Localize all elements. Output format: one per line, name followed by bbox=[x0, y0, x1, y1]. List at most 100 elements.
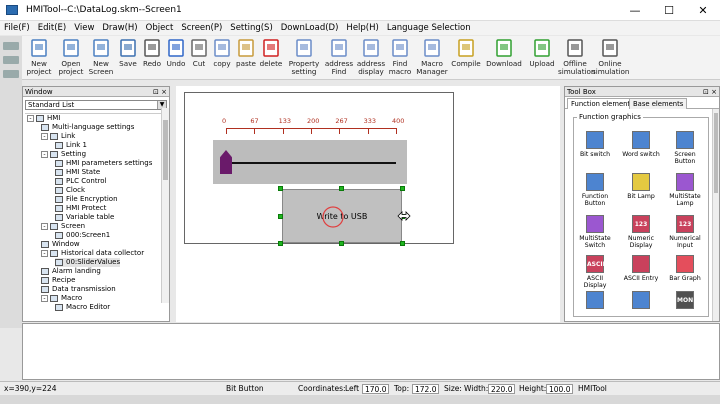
tool-item-13[interactable] bbox=[621, 291, 661, 311]
toolbar-button-15[interactable]: Compile bbox=[450, 38, 482, 80]
tool-item-14[interactable]: MON bbox=[665, 291, 705, 311]
toolbar-button-4[interactable]: Redo bbox=[140, 38, 164, 80]
toolbar-button-6[interactable]: Cut bbox=[188, 38, 210, 80]
tree-item[interactable]: PLC Control bbox=[55, 177, 107, 186]
tree-item[interactable]: Link 1 bbox=[55, 141, 87, 150]
tree-item[interactable]: - Link bbox=[41, 132, 75, 141]
tool-item-11[interactable]: Bar Graph bbox=[665, 255, 705, 282]
tree-item[interactable]: - Setting bbox=[41, 150, 86, 159]
toolbox-buttons[interactable]: ⊡ × bbox=[703, 87, 717, 97]
tree-item[interactable]: HMI State bbox=[55, 168, 100, 177]
tab-function-elements[interactable]: Function elements bbox=[567, 98, 638, 109]
resize-handle-se[interactable] bbox=[400, 241, 405, 246]
toolbar-button-3[interactable]: Save bbox=[116, 38, 140, 80]
tree-item[interactable]: - Historical data collector bbox=[41, 249, 144, 258]
tool-item-6[interactable]: MultiState Switch bbox=[575, 215, 615, 249]
toolbar-button-9[interactable]: delete bbox=[258, 38, 284, 80]
minimize-button[interactable]: — bbox=[618, 0, 652, 21]
tool-item-4[interactable]: Bit Lamp bbox=[621, 173, 661, 200]
menu-item-4[interactable]: Object bbox=[142, 21, 178, 35]
tool-item-5[interactable]: MultiState Lamp bbox=[665, 173, 705, 207]
toolbar-label-12: address display bbox=[356, 59, 386, 76]
toolbar-button-7[interactable]: copy bbox=[210, 38, 234, 80]
resize-handle-ne[interactable] bbox=[400, 186, 405, 191]
resize-handle-w[interactable] bbox=[278, 214, 283, 219]
tree-item[interactable]: Recipe bbox=[41, 276, 75, 285]
tree-item[interactable]: Window bbox=[41, 240, 80, 249]
tool-item-0[interactable]: Bit switch bbox=[575, 131, 615, 158]
resize-handle-n[interactable] bbox=[339, 186, 344, 191]
tree-item[interactable]: - Macro bbox=[41, 294, 82, 303]
menu-item-6[interactable]: Setting(S) bbox=[226, 21, 276, 35]
tool-item-2[interactable]: Screen Button bbox=[665, 131, 705, 165]
toolbar-button-16[interactable]: Download bbox=[484, 38, 524, 80]
toolbar-button-1[interactable]: Open project bbox=[56, 38, 86, 80]
toolbar-button-18[interactable]: Offline simulation bbox=[558, 38, 595, 80]
tool-item-9[interactable]: ASCII ASCII Display bbox=[575, 255, 615, 289]
menu-item-5[interactable]: Screen(P) bbox=[177, 21, 226, 35]
tool-item-10[interactable]: ASCII Entry bbox=[621, 255, 661, 282]
toolbar-button-14[interactable]: Macro Manager bbox=[416, 38, 448, 80]
tree-item[interactable]: Multi-language settings bbox=[41, 123, 134, 132]
tree-item[interactable]: Variable table bbox=[55, 213, 114, 222]
menu-item-3[interactable]: Draw(H) bbox=[98, 21, 141, 35]
tool-item-8[interactable]: 123 Numerical Input bbox=[665, 215, 705, 249]
menu-item-8[interactable]: Help(H) bbox=[342, 21, 382, 35]
tree-item[interactable]: 00:SliderValues bbox=[55, 258, 121, 267]
menu-item-1[interactable]: Edit(E) bbox=[34, 21, 70, 35]
toolbar-button-5[interactable]: Undo bbox=[164, 38, 188, 80]
toolbar-button-10[interactable]: Property setting bbox=[286, 38, 322, 80]
toolbar-button-13[interactable]: Find macro bbox=[386, 38, 414, 80]
tree-item[interactable]: Macro Editor bbox=[55, 303, 110, 312]
tree-node-icon bbox=[50, 132, 58, 140]
toolbar-label-2: New Screen bbox=[88, 59, 114, 76]
tree-item[interactable]: File Encryption bbox=[55, 195, 118, 204]
close-button[interactable]: ✕ bbox=[686, 0, 720, 21]
toolbar-button-12[interactable]: address display bbox=[356, 38, 386, 80]
maximize-button[interactable]: ☐ bbox=[652, 0, 686, 21]
toolbar-button-2[interactable]: New Screen bbox=[86, 38, 116, 80]
menu-item-7[interactable]: DownLoad(D) bbox=[277, 21, 343, 35]
tree-toggle[interactable]: - bbox=[41, 249, 48, 257]
tool-item-12[interactable] bbox=[575, 291, 615, 311]
menu-item-0[interactable]: File(F) bbox=[0, 21, 34, 35]
tab-base-elements[interactable]: Base elements bbox=[629, 98, 688, 109]
toolbox-scroll-thumb[interactable] bbox=[714, 113, 718, 193]
tree-toggle[interactable]: - bbox=[41, 132, 48, 140]
tree-item[interactable]: HMI parameters settings bbox=[55, 159, 152, 168]
toolbar-button-19[interactable]: Online simulation bbox=[592, 38, 629, 80]
tree-toggle[interactable]: - bbox=[27, 114, 34, 122]
tree-item[interactable]: Alarm landing bbox=[41, 267, 101, 276]
ascii-entry-icon bbox=[632, 255, 650, 273]
tree-item[interactable]: Clock bbox=[55, 186, 85, 195]
output-panel[interactable] bbox=[22, 323, 720, 380]
toolbox-scrollbar[interactable] bbox=[712, 109, 719, 321]
resize-handle-sw[interactable] bbox=[278, 241, 283, 246]
tool-item-7[interactable]: 123 Numeric Display bbox=[621, 215, 661, 249]
menu-item-2[interactable]: View bbox=[70, 21, 98, 35]
tree-toggle[interactable]: - bbox=[41, 222, 48, 230]
tree-item-label: Multi-language settings bbox=[52, 123, 135, 131]
toolbar-button-17[interactable]: Upload bbox=[528, 38, 556, 80]
tree-toggle[interactable]: - bbox=[41, 150, 48, 158]
tree-item-label: HMI Protect bbox=[66, 204, 107, 212]
tree-item[interactable]: Data transmission bbox=[41, 285, 116, 294]
tree-toggle[interactable]: - bbox=[41, 294, 48, 302]
tree-scroll-thumb[interactable] bbox=[163, 120, 168, 180]
list-type-select[interactable]: Standard List ▼ bbox=[25, 100, 167, 110]
tree-item[interactable]: 000:Screen1 bbox=[55, 231, 110, 240]
menu-item-9[interactable]: Language Selection bbox=[383, 21, 475, 35]
tool-item-3[interactable]: Function Button bbox=[575, 173, 615, 207]
resize-handle-nw[interactable] bbox=[278, 186, 283, 191]
window-panel-buttons[interactable]: ⊡ × bbox=[153, 87, 167, 97]
toolbar-button-11[interactable]: address Find bbox=[324, 38, 354, 80]
toolbar-button-8[interactable]: paste bbox=[234, 38, 258, 80]
tool-item-1[interactable]: Word switch bbox=[621, 131, 661, 158]
tree-scrollbar[interactable] bbox=[161, 108, 169, 303]
tree-item[interactable]: - Screen bbox=[41, 222, 85, 231]
resize-handle-s[interactable] bbox=[339, 241, 344, 246]
toolbar-button-0[interactable]: New project bbox=[24, 38, 54, 80]
tree-item[interactable]: - HMI bbox=[27, 114, 60, 123]
status-object-type: Bit Button bbox=[226, 384, 264, 393]
tree-item[interactable]: HMI Protect bbox=[55, 204, 106, 213]
